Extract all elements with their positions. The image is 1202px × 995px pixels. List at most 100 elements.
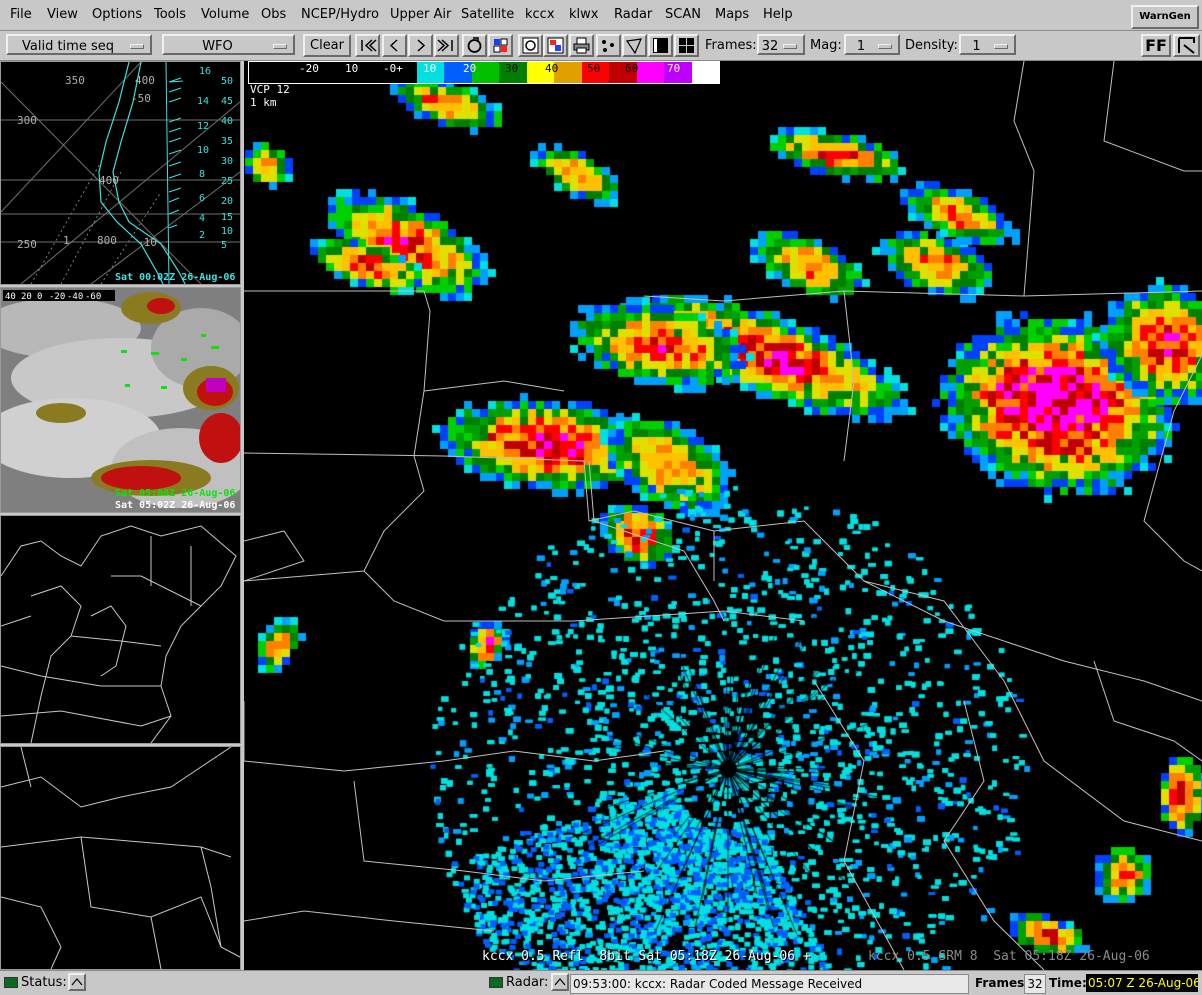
colorbar-label: 10 [423, 62, 437, 75]
ff-button[interactable]: FF [1141, 34, 1171, 57]
skewt-height-label: 10 [197, 145, 209, 156]
dropdown-indicator-icon [273, 44, 287, 49]
skewt-height-label: 14 [197, 96, 209, 107]
warngen-button[interactable]: WarnGen [1131, 5, 1199, 29]
scale-dropdown[interactable]: WFO [162, 34, 295, 55]
colorbar-label: 30 [505, 62, 519, 75]
status-bar: Status: Radar: 09:53:00: kccx: Radar Cod… [0, 970, 1202, 994]
last-frame-icon[interactable] [434, 34, 459, 57]
skewt-pressure-label: 400 [135, 74, 155, 87]
menu-scan[interactable]: SCAN [665, 0, 701, 30]
menu-radar[interactable]: Radar [614, 0, 652, 30]
skewt-height-label: 4 [199, 213, 205, 224]
menu-upper-air[interactable]: Upper Air [390, 0, 451, 30]
sample-icon[interactable] [596, 34, 621, 57]
sat-colorbar-label: -40 [67, 292, 83, 302]
loop-icon[interactable] [462, 34, 487, 57]
colorbar-label: -0+ [383, 62, 403, 75]
dropdown-indicator-icon [994, 44, 1008, 49]
menu-maps[interactable]: Maps [715, 0, 749, 30]
skewt-height-label: 25 [221, 176, 233, 187]
skewt-height-label: 5 [221, 240, 227, 251]
menu-klwx[interactable]: klwx [569, 0, 598, 30]
radar-display[interactable]: -20 10 -0+ 10 20 30 40 50 60 70 VCP 12 1… [244, 61, 1202, 970]
menu-help[interactable]: Help [763, 0, 793, 30]
density-label: Density: [905, 38, 958, 53]
menu-volume[interactable]: Volume [201, 0, 249, 30]
cursor-mode-icon[interactable] [1173, 34, 1200, 57]
scale-value: WFO [202, 39, 233, 54]
previous-frame-icon[interactable] [382, 34, 407, 57]
time-mode-dropdown[interactable]: Valid time seq [6, 34, 152, 55]
menu-file[interactable]: File [10, 0, 32, 30]
skewt-height-label: 45 [221, 96, 233, 107]
srm-legend: kccx 0.5 SRM 8 Sat 05:18Z 26-Aug-06 [868, 949, 1150, 964]
refresh-icon[interactable] [518, 34, 543, 57]
radar-expand-button[interactable] [551, 973, 569, 991]
skewt-height-label: 35 [221, 136, 233, 147]
menu-view[interactable]: View [47, 0, 78, 30]
time-status-label: Time: [1049, 976, 1087, 990]
skewt-pressure-label: 300 [17, 114, 37, 127]
image-properties-icon[interactable] [488, 34, 513, 57]
satellite-panel[interactable]: 40 20 0 -20 -40 -60 Sat 05:00Z 26-Aug-06… [0, 287, 241, 513]
county-boundary-map [1, 747, 240, 969]
colorbar-label: 20 [463, 62, 477, 75]
mag-dropdown[interactable]: 1 [844, 34, 900, 55]
pan-icon[interactable] [622, 34, 647, 57]
height-label: 1 km [250, 96, 277, 109]
menu-kccx[interactable]: kccx [525, 0, 555, 30]
menu-obs[interactable]: Obs [261, 0, 286, 30]
radar-message: 09:53:00: kccx: Radar Coded Message Rece… [570, 974, 969, 994]
frames-status-label: Frames: [975, 976, 1030, 990]
next-frame-icon[interactable] [408, 34, 433, 57]
colorbar-label: 40 [545, 62, 559, 75]
county-overlay [244, 61, 1202, 970]
status-expand-button[interactable] [68, 973, 86, 991]
frames-value: 32 [761, 39, 779, 54]
colorbar-label: 50 [587, 62, 601, 75]
state-boundary-map [1, 525, 237, 743]
skewt-panel[interactable]: 16 14 12 10 8 6 4 2 50 45 40 35 30 25 20… [0, 61, 241, 285]
skewt-diagram: 16 14 12 10 8 6 4 2 50 45 40 35 30 25 20… [1, 62, 240, 284]
single-panel-icon[interactable] [648, 34, 673, 57]
print-icon[interactable] [569, 34, 594, 57]
first-frame-icon[interactable] [355, 34, 380, 57]
color-table-icon[interactable] [543, 34, 568, 57]
time-mode-value: Valid time seq [22, 39, 114, 54]
menu-options[interactable]: Options [92, 0, 142, 30]
colorbar-label: 10 [345, 62, 359, 75]
frames-dropdown[interactable]: 32 [757, 34, 805, 55]
menu-ncep-hydro[interactable]: NCEP/Hydro [301, 0, 379, 30]
density-value: 1 [972, 39, 981, 54]
frames-label: Frames: [705, 38, 757, 53]
colorbar-swatch [554, 62, 583, 83]
dropdown-indicator-icon [130, 44, 144, 49]
mag-label: Mag: [810, 38, 842, 53]
density-dropdown[interactable]: 1 [959, 34, 1016, 55]
toolbar: Valid time seq WFO Clear Frames: 32 Mag:… [0, 31, 1202, 61]
mag-value: 1 [856, 39, 866, 54]
skewt-height-label: 8 [199, 169, 205, 180]
menu-satellite[interactable]: Satellite [461, 0, 514, 30]
status-indicator-icon [4, 977, 18, 988]
sat-time-label-2: Sat 05:02Z 26-Aug-06 [115, 500, 235, 511]
four-panel-icon[interactable] [674, 34, 699, 57]
regional-map-panel[interactable] [0, 515, 241, 744]
skewt-height-label: 10 [221, 226, 233, 237]
skewt-height-label: 6 [199, 193, 205, 204]
radar-label: Radar: [506, 975, 549, 990]
status-label: Status: [21, 975, 67, 990]
skewt-pressure-label: 350 [65, 74, 85, 87]
skewt-temp-label: 1 [63, 234, 70, 247]
local-map-panel[interactable] [0, 746, 241, 970]
skewt-height-label: 20 [221, 196, 233, 207]
skewt-pressure-label: 800 [97, 234, 117, 247]
skewt-height-label: 30 [221, 156, 233, 167]
sat-colorbar-label: 0 [37, 292, 42, 302]
colorbar-label: 60 [625, 62, 639, 75]
menu-tools[interactable]: Tools [154, 0, 186, 30]
clear-button[interactable]: Clear [303, 34, 351, 57]
colorbar-label: -20 [299, 62, 319, 75]
time-status-value: 05:07 Z 26-Aug-06 [1086, 974, 1198, 992]
